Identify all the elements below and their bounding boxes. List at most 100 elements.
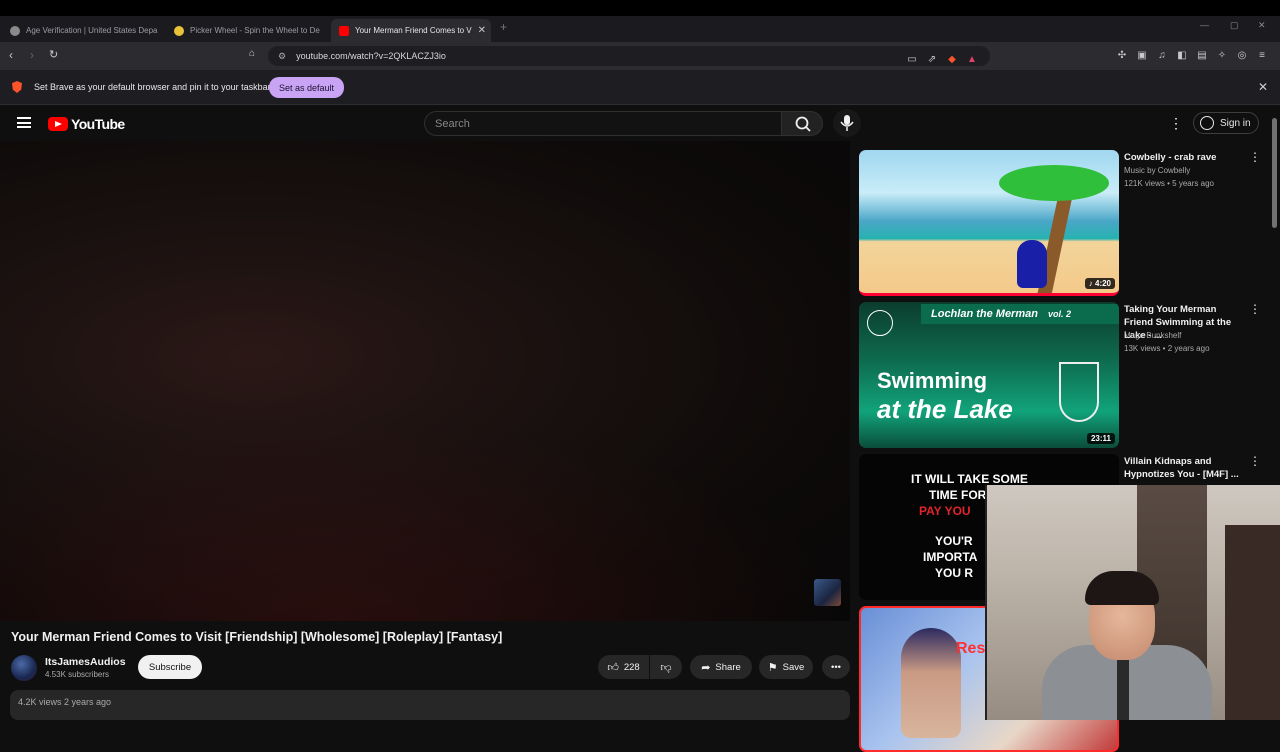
sign-in-label: Sign in	[1220, 117, 1251, 129]
thumbs-up-icon: 👍︎	[607, 661, 619, 674]
close-infobar-icon[interactable]: ✕	[1258, 80, 1268, 94]
set-as-default-button[interactable]: Set as default	[269, 77, 344, 98]
minimize-icon[interactable]: —	[1200, 20, 1209, 30]
channel-name[interactable]: ItsJamesAudios	[45, 656, 126, 668]
guide-menu-icon[interactable]	[17, 117, 31, 128]
url-text: youtube.com/watch?v=2QKLACZJ3io	[296, 51, 446, 61]
menu-icon[interactable]: ≡	[1255, 49, 1269, 63]
video-thumbnail[interactable]: Lochlan the Merman vol. 2 Swimming at th…	[859, 302, 1119, 448]
webcam-person-tie	[1117, 655, 1129, 720]
more-options-icon[interactable]: ⋮	[1249, 150, 1261, 164]
default-browser-infobar: Set Brave as your default browser and pi…	[0, 70, 1280, 105]
tab-picker-wheel[interactable]: Picker Wheel - Spin the Wheel to De	[166, 19, 332, 42]
channel-avatar[interactable]	[11, 655, 37, 681]
palm-tree-leaves	[999, 165, 1109, 201]
vpn-icon[interactable]: ◎	[1235, 49, 1249, 63]
site-settings-icon[interactable]: ⚙	[278, 51, 286, 62]
recommendation-title[interactable]: Villain Kidnaps and Hypnotizes You - [M4…	[1124, 455, 1242, 481]
webcam-person-hair	[1085, 571, 1159, 605]
thumbs-down-icon: 👎︎	[660, 661, 672, 674]
brave-rewards-icon[interactable]: ▲	[965, 53, 979, 67]
cast-icon[interactable]: ▭	[905, 53, 919, 67]
channel-watermark[interactable]	[814, 579, 841, 606]
recommendation-channel[interactable]: Mage Bunkshelf	[1124, 331, 1181, 340]
account-icon	[1200, 116, 1214, 130]
youtube-logo[interactable]: YouTube	[48, 116, 125, 132]
recommendation-title[interactable]: Cowbelly - crab rave	[1124, 151, 1242, 164]
share-icon[interactable]: ⇗	[925, 53, 939, 67]
leo-ai-icon[interactable]: ✧	[1215, 49, 1229, 63]
youtube-header: YouTube ⋮ Sign in	[0, 105, 1280, 141]
wallet-icon[interactable]: ▤	[1195, 49, 1209, 63]
brave-logo-icon	[12, 81, 22, 93]
recommendation-meta: 13K views • 2 years ago	[1124, 344, 1210, 353]
bookmark-icon[interactable]: ⌂	[249, 48, 255, 59]
tab-label: Age Verification | United States Depa	[26, 26, 158, 35]
tab-label: Picker Wheel - Spin the Wheel to De	[190, 26, 320, 35]
thumbnail-volume-text: vol. 2	[1047, 309, 1071, 319]
recommendation-item[interactable]: Lochlan the Merman vol. 2 Swimming at th…	[859, 302, 1269, 448]
new-tab-button[interactable]: +	[500, 20, 507, 34]
description-box[interactable]	[10, 690, 850, 720]
recommendation-meta: 121K views • 5 years ago	[1124, 179, 1214, 188]
subscribe-button[interactable]: Subscribe	[138, 655, 202, 679]
thumbnail-text: Res	[956, 640, 986, 657]
microphone-icon	[840, 115, 854, 131]
more-options-icon[interactable]: ⋮	[1249, 302, 1261, 316]
penguin-figure	[1017, 240, 1047, 288]
channel-emblem-icon	[867, 310, 893, 336]
thumbnail-banner: Lochlan the Merman vol. 2	[921, 304, 1119, 324]
save-button[interactable]: ⚑ Save	[759, 655, 813, 679]
webcam-overlay	[985, 485, 1280, 720]
artwork-figure	[901, 628, 961, 738]
close-tab-icon[interactable]: ✕	[472, 25, 486, 36]
recommendation-channel[interactable]: Music by Cowbelly	[1124, 166, 1190, 175]
bookmark-save-icon: ⚑	[767, 661, 778, 674]
video-title: Your Merman Friend Comes to Visit [Frien…	[11, 630, 503, 644]
infobar-message: Set Brave as your default browser and pi…	[34, 82, 271, 92]
video-duration: ♪ 4:20	[1084, 278, 1115, 289]
back-icon[interactable]: ‹	[9, 48, 13, 62]
like-button[interactable]: 👍︎ 228	[598, 655, 649, 679]
page-scrollbar[interactable]	[1272, 118, 1277, 228]
maximize-icon[interactable]: ▢	[1230, 20, 1239, 31]
thumbnail-text: TIME FOR	[929, 488, 987, 502]
recommendation-item[interactable]: ♪ 4:20 Cowbelly - crab rave Music by Cow…	[859, 150, 1269, 296]
voice-search-button[interactable]	[833, 109, 861, 137]
save-label: Save	[782, 661, 805, 673]
share-button[interactable]: ➦ Share	[690, 655, 752, 679]
forward-icon[interactable]: ›	[30, 48, 34, 62]
tab-age-verification[interactable]: Age Verification | United States Depa	[2, 19, 168, 42]
more-actions-button[interactable]: •••	[822, 655, 850, 679]
thumbnail-banner-text: Lochlan the Merman	[931, 308, 1038, 320]
trident-icon	[1059, 362, 1099, 422]
settings-more-icon[interactable]: ⋮	[1169, 115, 1183, 132]
subscriber-count: 4.53K subscribers	[45, 670, 110, 679]
close-window-icon[interactable]: ✕	[1258, 20, 1266, 31]
more-options-icon[interactable]: ⋮	[1249, 454, 1261, 468]
tab-favicon-icon	[174, 25, 184, 36]
search-input[interactable]	[424, 111, 782, 136]
dislike-button[interactable]: 👎︎	[650, 655, 682, 679]
more-horizontal-icon: •••	[831, 661, 841, 673]
youtube-logo-text: YouTube	[71, 116, 125, 132]
sidebar-icon[interactable]: ▣	[1135, 49, 1149, 63]
split-view-icon[interactable]: ◧	[1175, 49, 1189, 63]
video-player[interactable]	[0, 141, 850, 621]
webcam-background-shelf	[1225, 525, 1280, 720]
reload-icon[interactable]: ↻	[49, 48, 58, 61]
browser-toolbar: ‹ › ↻ ⌂ ⚙ youtube.com/watch?v=2QKLACZJ3i…	[0, 42, 1280, 70]
video-thumbnail[interactable]: ♪ 4:20	[859, 150, 1119, 296]
search-button[interactable]	[781, 111, 823, 136]
media-icon[interactable]: ♫	[1155, 49, 1169, 63]
view-count: 4.2K views 2 years ago	[18, 697, 112, 707]
sign-in-button[interactable]: Sign in	[1193, 112, 1259, 134]
tab-strip: Age Verification | United States Depa Pi…	[0, 16, 1280, 42]
top-strip	[0, 0, 1280, 16]
tab-youtube-merman[interactable]: Your Merman Friend Comes to V ✕	[331, 19, 491, 42]
extensions-icon[interactable]: ✣	[1115, 49, 1129, 63]
brave-shield-icon[interactable]: ◆	[945, 53, 959, 67]
share-label: Share	[715, 661, 741, 673]
share-arrow-icon: ➦	[701, 661, 711, 674]
address-bar[interactable]: ⚙ youtube.com/watch?v=2QKLACZJ3io ▭ ⇗ ◆ …	[268, 46, 990, 66]
